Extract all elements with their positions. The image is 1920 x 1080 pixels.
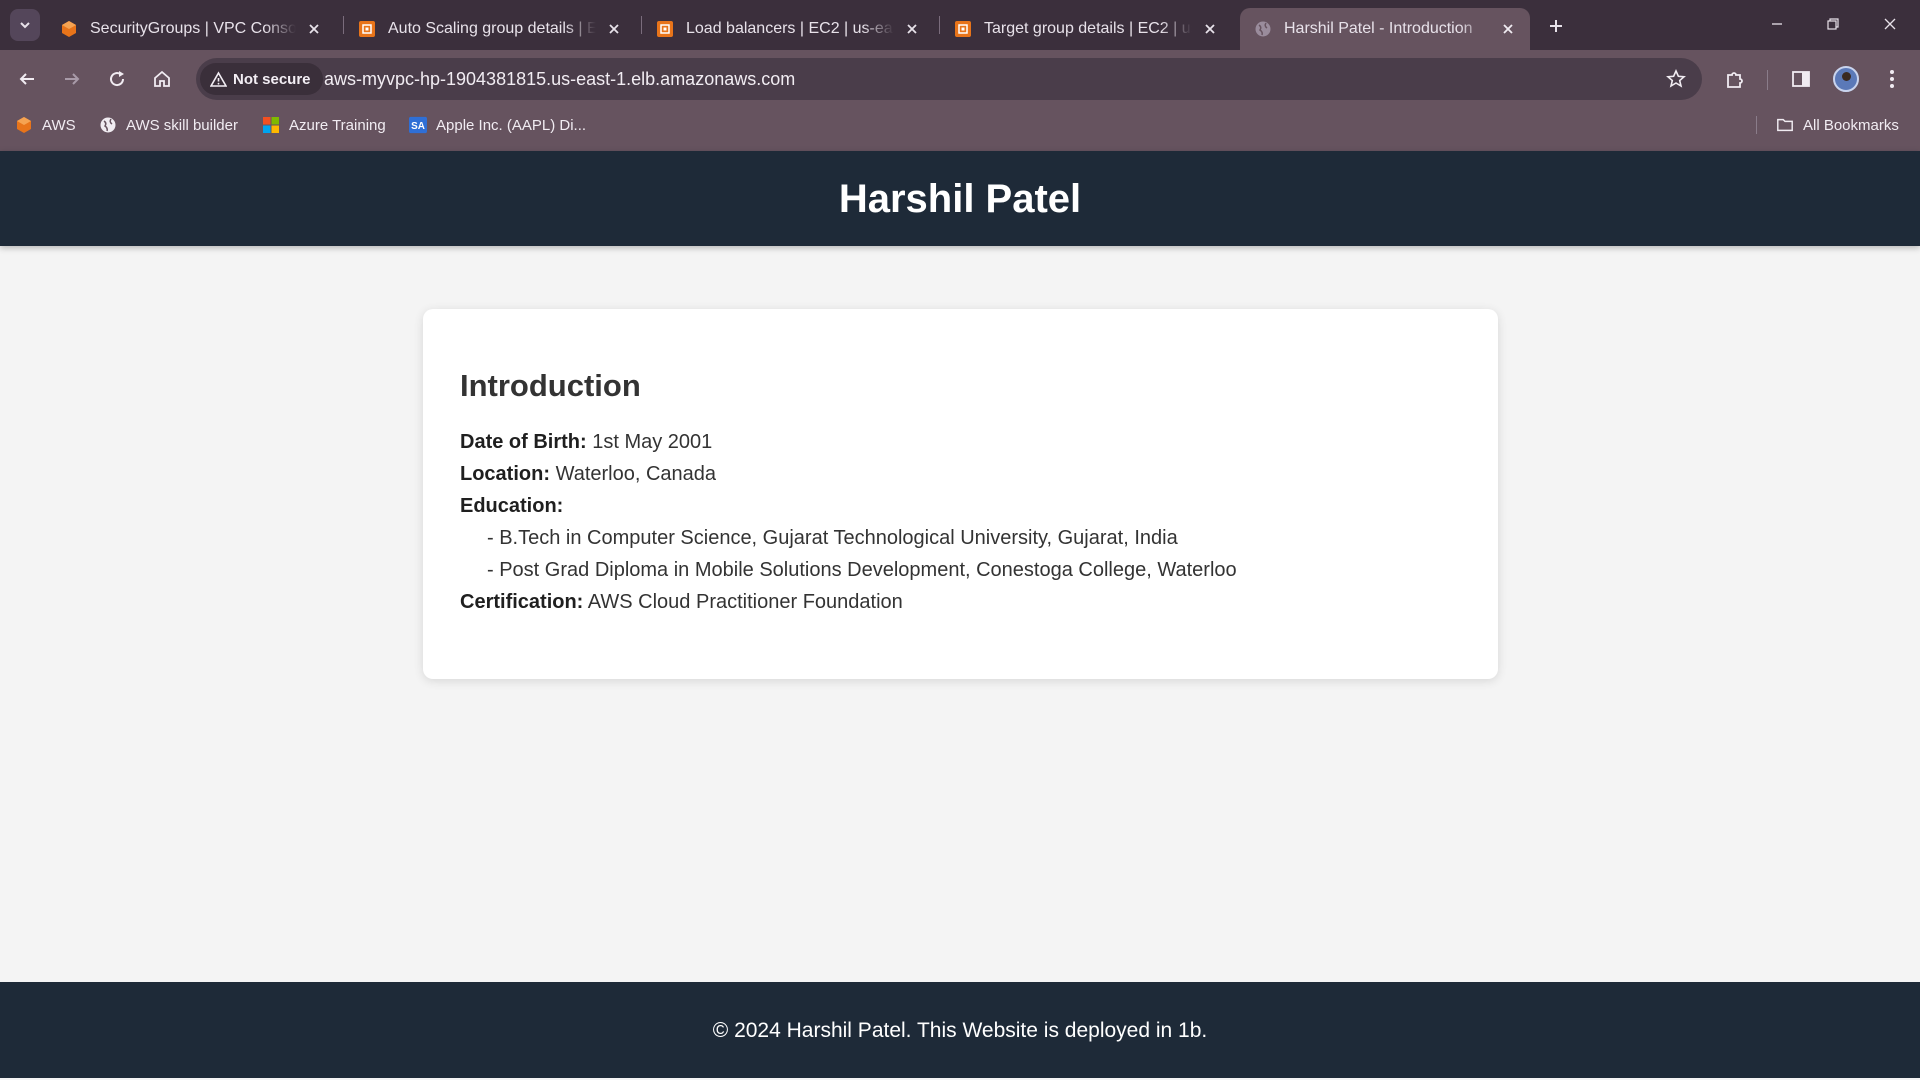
education-label: Education: [460,495,564,517]
page-title: Harshil Patel [838,177,1082,221]
tab-title: Auto Scaling group details | EC2 [388,20,596,37]
folder-icon [1776,116,1794,134]
restore-button[interactable] [1815,8,1851,40]
new-tab-button[interactable] [1542,12,1570,40]
minimize-icon [1772,23,1782,25]
tab-load-balancers[interactable]: Load balancers | EC2 | us-east-1 [642,8,934,50]
tab-title: Harshil Patel - Introduction [1284,20,1473,37]
close-icon[interactable] [1498,19,1518,39]
browser-toolbar: Not secure aws-myvpc-hp-1904381815.us-ea… [0,50,1920,108]
url-text[interactable]: aws-myvpc-hp-1904381815.us-east-1.elb.am… [324,58,795,100]
home-button[interactable] [145,62,179,96]
sa-logo-icon: SA [409,116,427,134]
tab-search-button[interactable] [10,9,40,41]
reload-icon [110,71,125,87]
education-row: Education: [460,490,1461,522]
extensions-button[interactable] [1718,62,1752,96]
certification-row: Certification: AWS Cloud Practitioner Fo… [460,586,1461,618]
bookmarks-bar: AWS AWS skill builder Azure Training SA … [0,108,1920,151]
bookmark-label: AWS skill builder [126,116,238,134]
location-value: Waterloo, Canada [555,463,717,485]
reload-button[interactable] [100,62,134,96]
plus-icon [1550,20,1562,32]
not-secure-label: Not secure [233,70,311,88]
bookmark-label: AWS [42,116,76,134]
certification-value: AWS Cloud Practitioner Foundation [587,591,903,613]
microsoft-logo-icon [262,116,280,134]
site-footer: © 2024 Harshil Patel. This Website is de… [0,982,1920,1078]
forward-button[interactable] [55,62,89,96]
profile-button[interactable] [1829,62,1863,96]
location-label: Location: [460,463,550,485]
all-bookmarks-label: All Bookmarks [1803,116,1899,134]
bookmark-aws[interactable]: AWS [15,108,76,142]
dob-label: Date of Birth: [460,431,587,453]
bookmark-apple-aapl[interactable]: SA Apple Inc. (AAPL) Di... [409,108,586,142]
address-bar[interactable]: Not secure aws-myvpc-hp-1904381815.us-ea… [196,58,1702,100]
more-vertical-icon [1890,70,1894,88]
close-icon[interactable] [902,19,922,39]
tab-strip: SecurityGroups | VPC Console Auto Scalin… [0,0,1920,50]
back-button[interactable] [10,62,44,96]
arrow-left-icon [19,73,34,85]
globe-icon [1254,20,1272,38]
star-icon [1666,69,1686,88]
section-heading: Introduction [460,368,641,403]
tab-title: Target group details | EC2 | us-east-1 [984,20,1192,37]
footer-text: © 2024 Harshil Patel. This Website is de… [712,1019,1208,1042]
globe-icon [99,116,117,134]
close-icon [1884,18,1896,30]
tab-target-group[interactable]: Target group details | EC2 | us-east-1 [940,8,1232,50]
side-panel-icon [1792,71,1810,87]
avatar [1833,66,1859,92]
dob-row: Date of Birth: 1st May 2001 [460,426,1461,458]
aws-ec2-icon [954,20,972,38]
bookmark-label: Azure Training [289,116,386,134]
tab-security-groups[interactable]: SecurityGroups | VPC Console [46,8,336,50]
certification-label: Certification: [460,591,584,613]
dob-value: 1st May 2001 [592,431,713,453]
location-row: Location: Waterloo, Canada [460,458,1461,490]
aws-ec2-icon [358,20,376,38]
aws-cube-icon [15,116,33,134]
arrow-right-icon [65,73,80,85]
home-icon [154,70,170,87]
site-security-chip[interactable]: Not secure [200,63,323,95]
bookmark-label: Apple Inc. (AAPL) Di... [436,116,587,134]
bookmark-aws-skill-builder[interactable]: AWS skill builder [99,108,238,142]
tab-auto-scaling[interactable]: Auto Scaling group details | EC2 [344,8,636,50]
aws-cube-icon [60,20,78,38]
browser-menu-button[interactable] [1875,62,1909,96]
side-panel-button[interactable] [1784,62,1818,96]
introduction-card: Introduction Date of Birth: 1st May 2001… [423,309,1498,679]
close-icon[interactable] [304,19,324,39]
bookmarks-divider [1756,116,1757,134]
warning-triangle-icon [210,70,227,87]
tab-title: Load balancers | EC2 | us-east-1 [686,20,894,37]
site-header: Harshil Patel [0,151,1920,246]
close-window-button[interactable] [1872,8,1908,40]
restore-icon [1827,18,1839,30]
education-item: - B.Tech in Computer Science, Gujarat Te… [487,527,1178,549]
bookmark-azure-training[interactable]: Azure Training [262,108,386,142]
aws-ec2-icon [656,20,674,38]
education-item: - Post Grad Diploma in Mobile Solutions … [487,559,1237,581]
svg-text:SA: SA [411,121,425,132]
chevron-down-icon [20,22,30,29]
tab-title: SecurityGroups | VPC Console [90,20,296,37]
tab-harshil-patel-introduction[interactable]: Harshil Patel - Introduction [1240,8,1530,50]
minimize-button[interactable] [1759,8,1795,40]
all-bookmarks-button[interactable]: All Bookmarks [1776,108,1899,142]
bookmark-star-button[interactable] [1664,67,1688,91]
close-icon[interactable] [604,19,624,39]
puzzle-icon [1727,72,1743,88]
toolbar-divider [1767,70,1768,90]
close-icon[interactable] [1200,19,1220,39]
